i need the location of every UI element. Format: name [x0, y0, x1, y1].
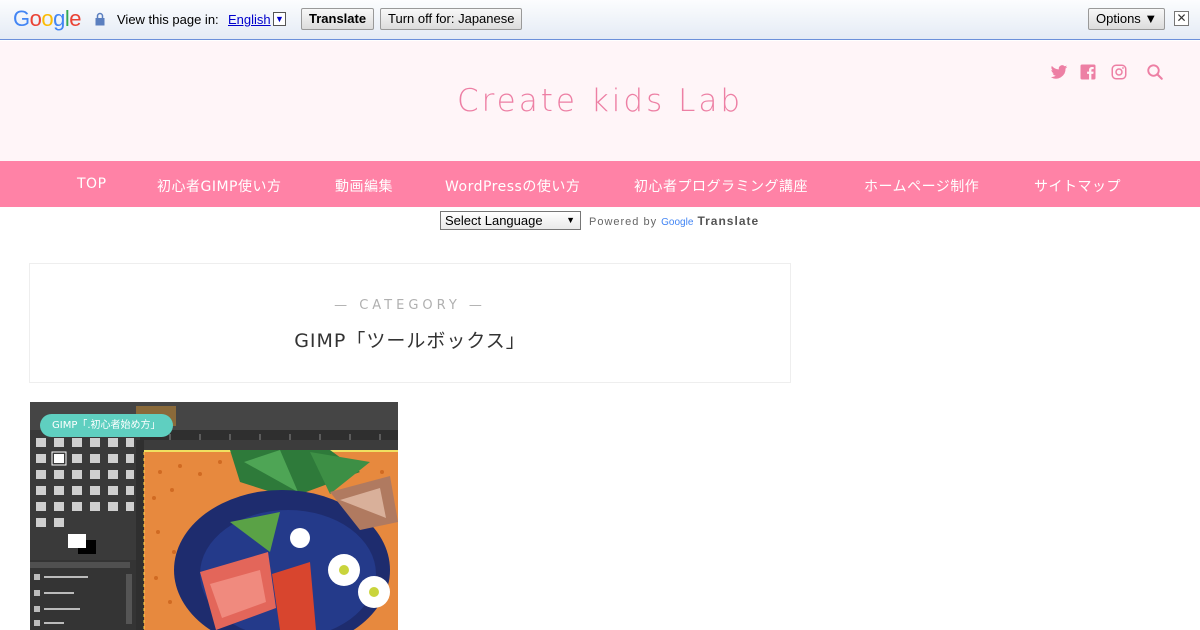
language-dropdown-arrow[interactable]: ▼	[273, 12, 286, 26]
translate-button[interactable]: Translate	[301, 8, 375, 30]
search-icon[interactable]	[1146, 63, 1164, 81]
article-card[interactable]: GIMP「.初心者始め方」	[30, 402, 398, 630]
nav-item-programming[interactable]: 初心者プログラミング講座	[634, 176, 808, 196]
chevron-down-icon: ▼	[566, 215, 575, 225]
instagram-icon[interactable]	[1110, 63, 1128, 81]
nav-item-wordpress[interactable]: WordPressの使い方	[445, 176, 580, 196]
category-label: — CATEGORY —	[334, 298, 486, 313]
language-select[interactable]: Select Language ▼	[440, 211, 581, 230]
main-nav: TOP 初心者GIMP使い方 動画編集 WordPressの使い方 初心者プログ…	[0, 161, 1200, 207]
nav-item-sitemap[interactable]: サイトマップ	[1034, 176, 1121, 196]
language-link[interactable]: English	[228, 12, 271, 27]
nav-item-video-editing[interactable]: 動画編集	[335, 176, 393, 196]
language-select-value: Select Language	[445, 213, 543, 228]
lock-icon	[95, 12, 105, 26]
turn-off-button[interactable]: Turn off for: Japanese	[380, 8, 523, 30]
category-header: — CATEGORY — GIMP「ツールボックス」	[29, 263, 791, 383]
translate-link[interactable]: Translate	[697, 214, 759, 228]
google-mini-logo: Google	[661, 217, 694, 228]
nav-item-top[interactable]: TOP	[77, 176, 107, 192]
view-page-in-label: View this page in:	[117, 12, 219, 27]
translate-bar: Google View this page in: English ▼ Tran…	[0, 0, 1200, 40]
powered-by-google: Powered by Google Translate	[589, 214, 759, 228]
nav-item-gimp[interactable]: 初心者GIMP使い方	[157, 176, 282, 196]
category-title: GIMP「ツールボックス」	[294, 330, 526, 352]
facebook-icon[interactable]	[1079, 63, 1097, 81]
options-button[interactable]: Options ▼	[1088, 8, 1166, 30]
twitter-icon[interactable]	[1050, 63, 1068, 81]
close-icon[interactable]: ✕	[1174, 11, 1189, 26]
google-logo: Google	[13, 6, 82, 31]
site-title[interactable]: Create kids Lab	[0, 83, 1200, 119]
category-tag[interactable]: GIMP「.初心者始め方」	[40, 414, 173, 437]
nav-item-homepage[interactable]: ホームページ制作	[864, 176, 979, 196]
site-header: Create kids Lab	[0, 41, 1200, 161]
powered-by-label: Powered by	[589, 216, 658, 228]
